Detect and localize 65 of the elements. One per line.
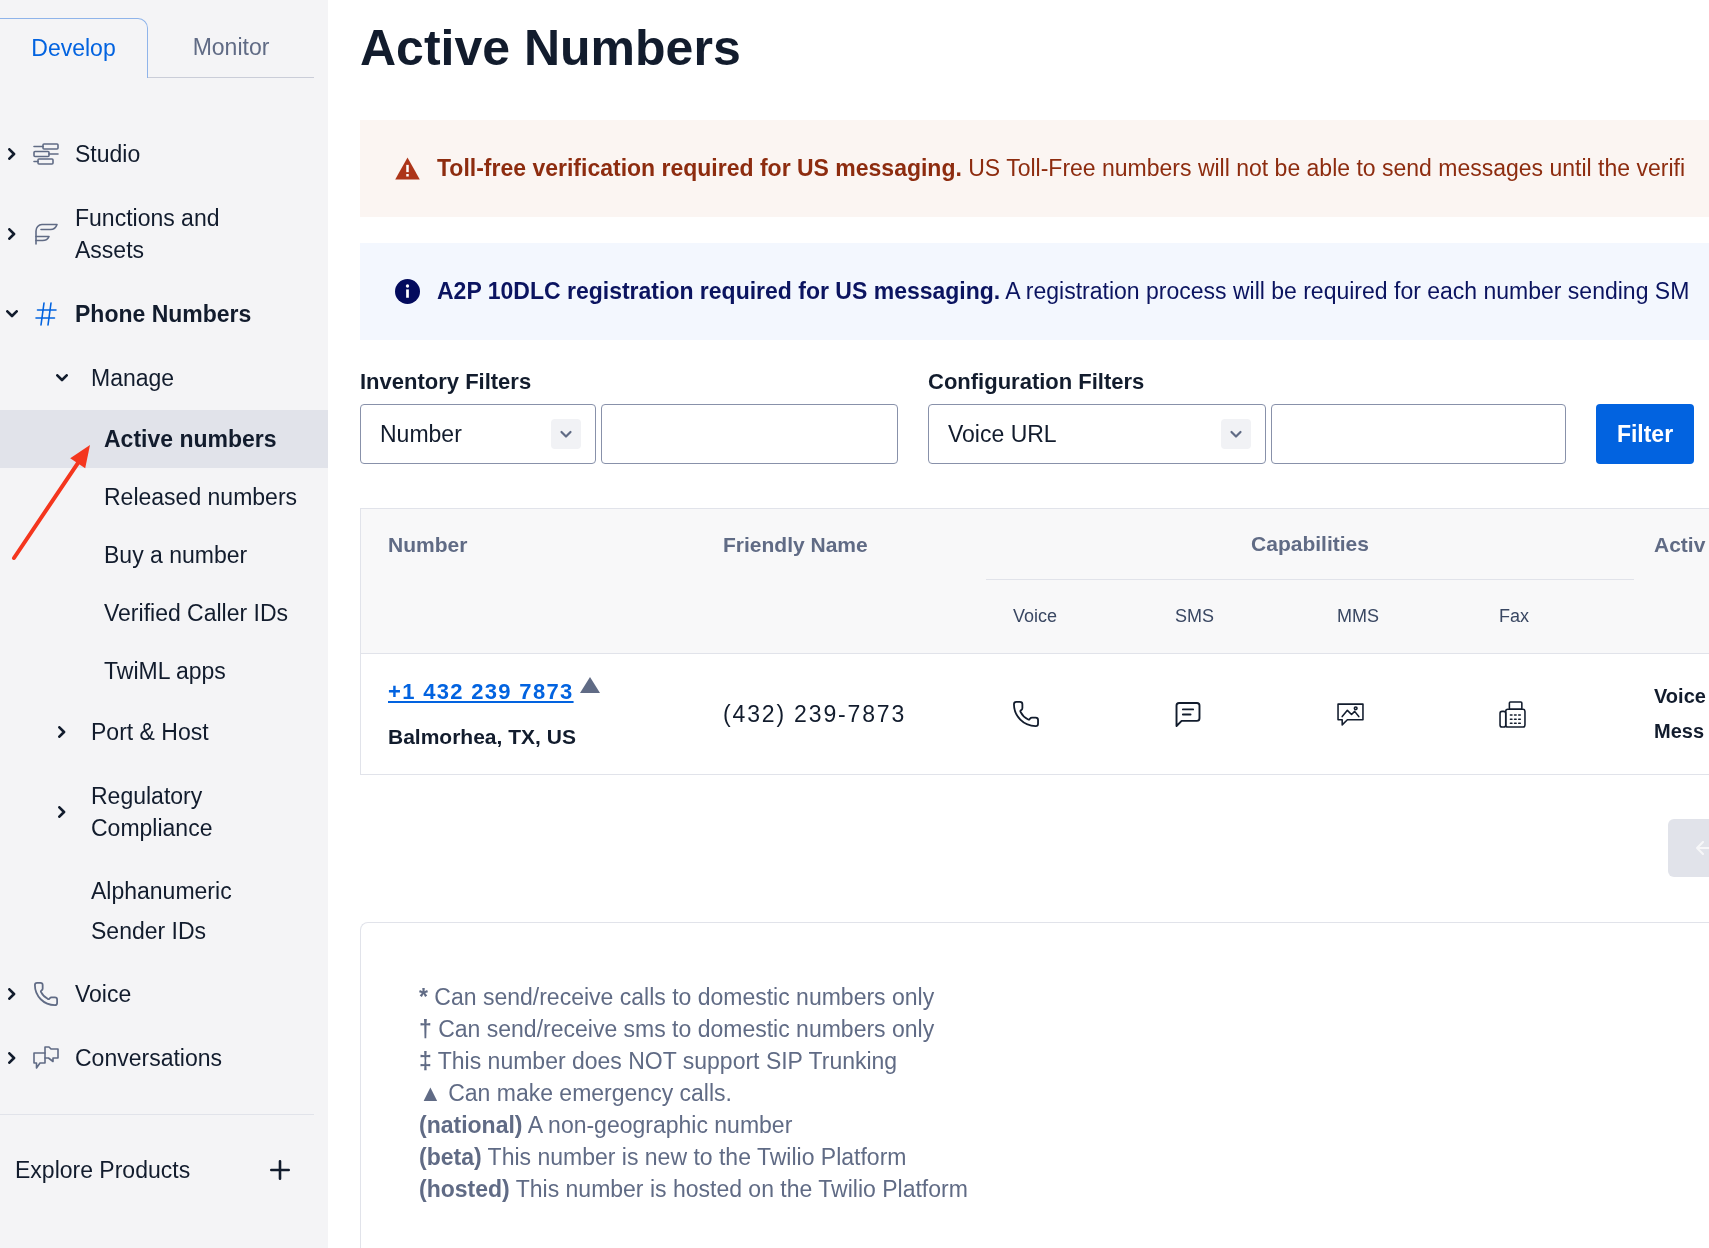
hash-icon (35, 302, 57, 326)
table-cell-text: Mess (1654, 719, 1705, 744)
legend-line: (beta) This number is new to the Twilio Platform (419, 1143, 907, 1172)
column-header: MMS (1337, 605, 1379, 628)
nav-item[interactable]: Manage (0, 346, 328, 410)
input-field[interactable] (1271, 404, 1566, 464)
chevron-right-icon[interactable] (8, 228, 16, 240)
wing-icon (34, 223, 58, 245)
table-cell-text: Voice (1654, 684, 1706, 709)
chevron-down-icon (1221, 419, 1251, 449)
tab[interactable]: Develop (0, 18, 148, 78)
column-header: Capabilities (1251, 531, 1369, 558)
chevron-right-icon[interactable] (8, 1052, 16, 1064)
alert-message: A2P 10DLC registration required for US messaging. A registration process will be required for each number sending SM (437, 277, 1690, 307)
legend-line: ‡ This number does NOT support SIP Trunking (419, 1047, 898, 1076)
nav-item[interactable]: Functions and Assets (0, 186, 328, 282)
legend-line: † Can send/receive sms to domestic numbers only (419, 1015, 935, 1044)
nav-item[interactable]: Regulatory Compliance (0, 764, 328, 860)
plus-icon (270, 1160, 290, 1180)
nav-item[interactable]: Conversations (0, 1026, 328, 1090)
column-header: Fax (1499, 605, 1529, 628)
nav-item[interactable]: Verified Caller IDs (0, 584, 328, 642)
legend-line: (national) A non-geographic number (419, 1111, 793, 1140)
column-header: Friendly Name (723, 531, 868, 558)
chevron-right-icon[interactable] (58, 806, 66, 818)
filter-label: Configuration Filters (928, 368, 1145, 396)
column-header: Activ (1654, 531, 1706, 558)
chevron-right-icon[interactable] (8, 148, 16, 160)
nav-item[interactable]: Alphanumeric Sender IDs (0, 860, 328, 962)
page-title: Active Numbers (360, 19, 741, 78)
phone-icon (34, 982, 58, 1006)
legend-line: ▲ Can make emergency calls. (419, 1079, 732, 1108)
nav-item[interactable]: TwiML apps (0, 642, 328, 700)
info-icon (395, 279, 420, 304)
legend-line: (hosted) This number is hosted on the Twilio Platform (419, 1175, 968, 1204)
nav-item[interactable]: Released numbers (0, 468, 328, 526)
chevron-right-icon[interactable] (8, 988, 16, 1000)
phone-number-link[interactable]: +1 432 239 7873 (388, 675, 574, 708)
dropdown-select[interactable]: Number (360, 404, 596, 464)
filter-button[interactable]: Filter (1596, 404, 1694, 464)
chevron-down-icon (551, 419, 581, 449)
speech-bubbles-icon (33, 1046, 59, 1070)
chevron-down-icon[interactable] (6, 310, 18, 318)
stacked-bars-icon (33, 143, 59, 165)
input-field[interactable] (601, 404, 898, 464)
friendly-name-text: (432) 239-7873 (723, 699, 907, 729)
nav-item[interactable]: Studio (0, 122, 328, 186)
nav-item[interactable]: Port & Host (0, 700, 328, 764)
tab[interactable]: Monitor (148, 18, 314, 78)
chevron-down-icon[interactable] (56, 374, 68, 382)
warning-icon (395, 157, 420, 180)
column-header: Number (388, 531, 468, 558)
legend-line: * Can send/receive calls to domestic numbers only (419, 983, 935, 1012)
nav-item[interactable]: Phone Numbers (0, 282, 328, 346)
explore-products-button[interactable]: Explore Products (0, 1140, 314, 1200)
nav-item[interactable]: Voice (0, 962, 328, 1026)
nav-item[interactable]: Buy a number (0, 526, 328, 584)
filter-label: Inventory Filters (360, 368, 532, 396)
nav-item[interactable]: Active numbers (0, 410, 328, 468)
column-header: SMS (1175, 605, 1214, 628)
dropdown-select[interactable]: Voice URL (928, 404, 1266, 464)
column-header: Voice (1013, 605, 1058, 628)
alert-message: Toll-free verification required for US messaging. US Toll-Free numbers will not be able to send messages until the verifi (437, 154, 1685, 184)
chevron-right-icon[interactable] (58, 726, 66, 738)
location-text: Balmorhea, TX, US (388, 723, 576, 750)
